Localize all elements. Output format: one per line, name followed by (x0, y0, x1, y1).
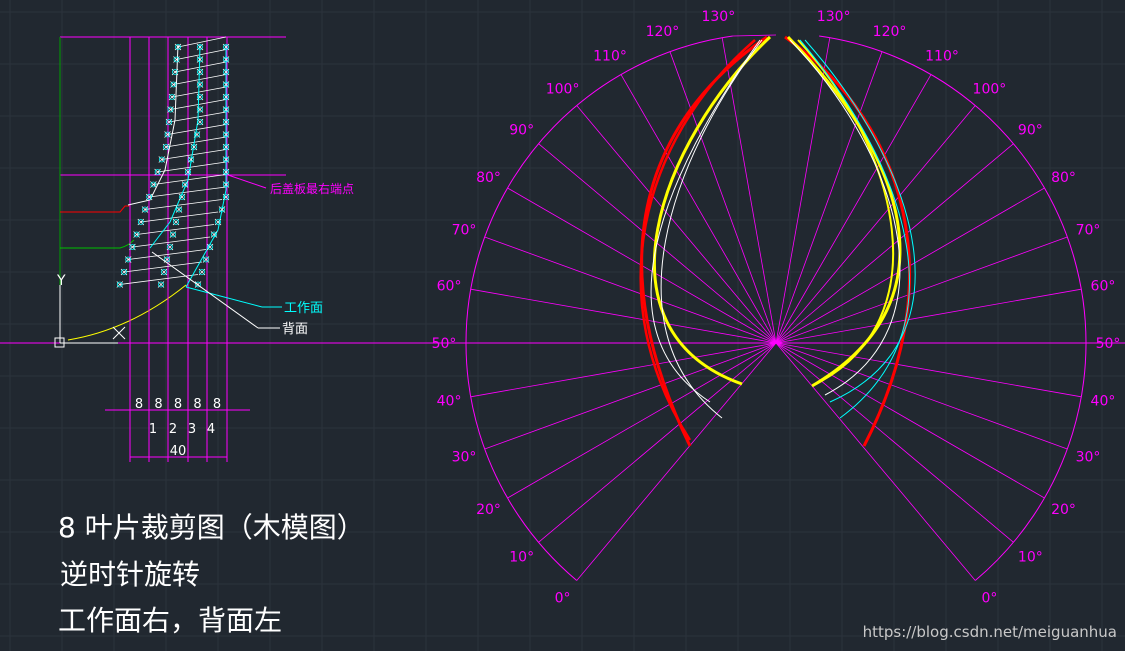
cad-drawing-canvas: 后盖板最右端点 工作面 背面 Y 8 8 8 8 8 1 2 3 4 40 0° 10° 20° 30°… (0, 0, 1125, 651)
polar-top-closure (732, 34, 777, 37)
polar-ray (470, 342, 777, 398)
polar-ray (484, 342, 777, 450)
title-caption: 8 叶片裁剪图（木模图） (58, 511, 365, 544)
polar-ray (775, 143, 1014, 344)
angle-label-right: 70° (1076, 222, 1101, 238)
section-number-label: 4 (207, 422, 215, 437)
polar-radial-lines (466, 37, 1086, 581)
polar-angle-labels: 0° 10° 20° 30° 40° 50° 60° 70° 80° 90° 100° 110° 120… (432, 9, 1121, 606)
cyan-streamline-right-1 (799, 39, 910, 419)
white-streamline-left-1 (660, 39, 763, 419)
rotation-caption: 逆时针旋转 (60, 558, 201, 591)
blade-streamline (144, 199, 223, 210)
dimension-segment-value: 8 (154, 397, 162, 412)
angle-label-right: 120° (873, 24, 907, 40)
section-number-label: 1 (149, 422, 157, 437)
dimension-total-value: 40 (170, 444, 187, 459)
angle-label-left: 10° (509, 549, 534, 565)
blade-intersection-marks (116, 43, 230, 288)
blade-streamline (161, 149, 227, 160)
angle-label-right: 50° (1096, 336, 1121, 352)
angle-label-right: 30° (1076, 450, 1101, 466)
angle-label-right: 10° (1018, 549, 1043, 565)
polar-outer-arcs (465, 34, 1087, 581)
back-face-edge (127, 44, 179, 206)
dimension-segment-value: 8 (135, 397, 143, 412)
angle-label-right: 40° (1091, 394, 1116, 410)
angle-label-left: 120° (646, 24, 680, 40)
meridional-section-drawing: 后盖板最右端点 工作面 背面 Y 8 8 8 8 81 2 3 440 (54, 36, 354, 462)
section-number-label: 2 (169, 422, 177, 437)
polar-arc-left (465, 35, 733, 581)
blade-streamline (128, 249, 207, 260)
angle-label-left: 30° (452, 450, 477, 466)
angle-label-left: 40° (437, 394, 462, 410)
angle-label-left: 0° (555, 590, 571, 606)
face-side-caption: 工作面右，背面左 (58, 604, 283, 637)
section-number-label: 3 (188, 422, 196, 437)
polar-ray (484, 236, 777, 344)
source-watermark: https://blog.csdn.net/meiguanhua (862, 623, 1117, 641)
angle-label-right: 110° (925, 48, 959, 64)
polar-ray (576, 105, 777, 344)
polar-ray (775, 342, 1068, 450)
working-face-label: 工作面 (284, 301, 323, 316)
angle-label-left: 80° (476, 170, 501, 186)
angle-label-right: 20° (1051, 502, 1076, 518)
angle-label-left: 20° (476, 502, 501, 518)
ucs-x-marker (112, 326, 126, 340)
angle-label-left: 70° (452, 222, 477, 238)
angle-label-left: 50° (432, 336, 457, 352)
angle-label-right: 60° (1091, 278, 1116, 294)
angle-label-right: 0° (981, 590, 997, 606)
angle-label-left: 100° (546, 82, 580, 98)
green-contour-line (60, 239, 135, 249)
angle-label-left: 90° (509, 123, 534, 139)
blade-plan-curves (639, 35, 916, 447)
polar-ray (470, 288, 777, 344)
polar-ray (775, 342, 1045, 499)
red-contour-line (60, 205, 130, 213)
angle-label-right: 130° (817, 9, 851, 25)
polar-ray (775, 51, 883, 344)
blade-streamline (153, 174, 227, 185)
dimension-segment-value: 8 (213, 397, 221, 412)
polar-ray (775, 342, 1082, 398)
rear-cover-leader (227, 174, 267, 189)
polar-ray (775, 288, 1082, 344)
angle-label-left: 130° (701, 9, 735, 25)
dimension-segment-value: 8 (193, 397, 201, 412)
back-face-label: 背面 (282, 322, 308, 337)
angle-label-right: 80° (1051, 170, 1076, 186)
angle-label-left: 60° (437, 278, 462, 294)
ucs-y-label: Y (56, 273, 66, 289)
angle-label-right: 90° (1018, 123, 1043, 139)
polar-plan-view: 0° 10° 20° 30° 40° 50° 60° 70° 80° 90° 100° 110° 120… (432, 9, 1121, 606)
angle-label-right: 100° (973, 82, 1007, 98)
angle-label-left: 110° (593, 48, 627, 64)
polar-ray (775, 37, 831, 344)
dimension-segment-value: 8 (174, 397, 182, 412)
polar-ray (576, 342, 777, 581)
polar-ray (775, 342, 976, 581)
red-blade-right (784, 35, 911, 447)
polar-ray (775, 236, 1068, 344)
polar-ray (507, 342, 777, 499)
rear-cover-label: 后盖板最右端点 (270, 181, 354, 196)
polar-arc-right (819, 35, 1087, 581)
